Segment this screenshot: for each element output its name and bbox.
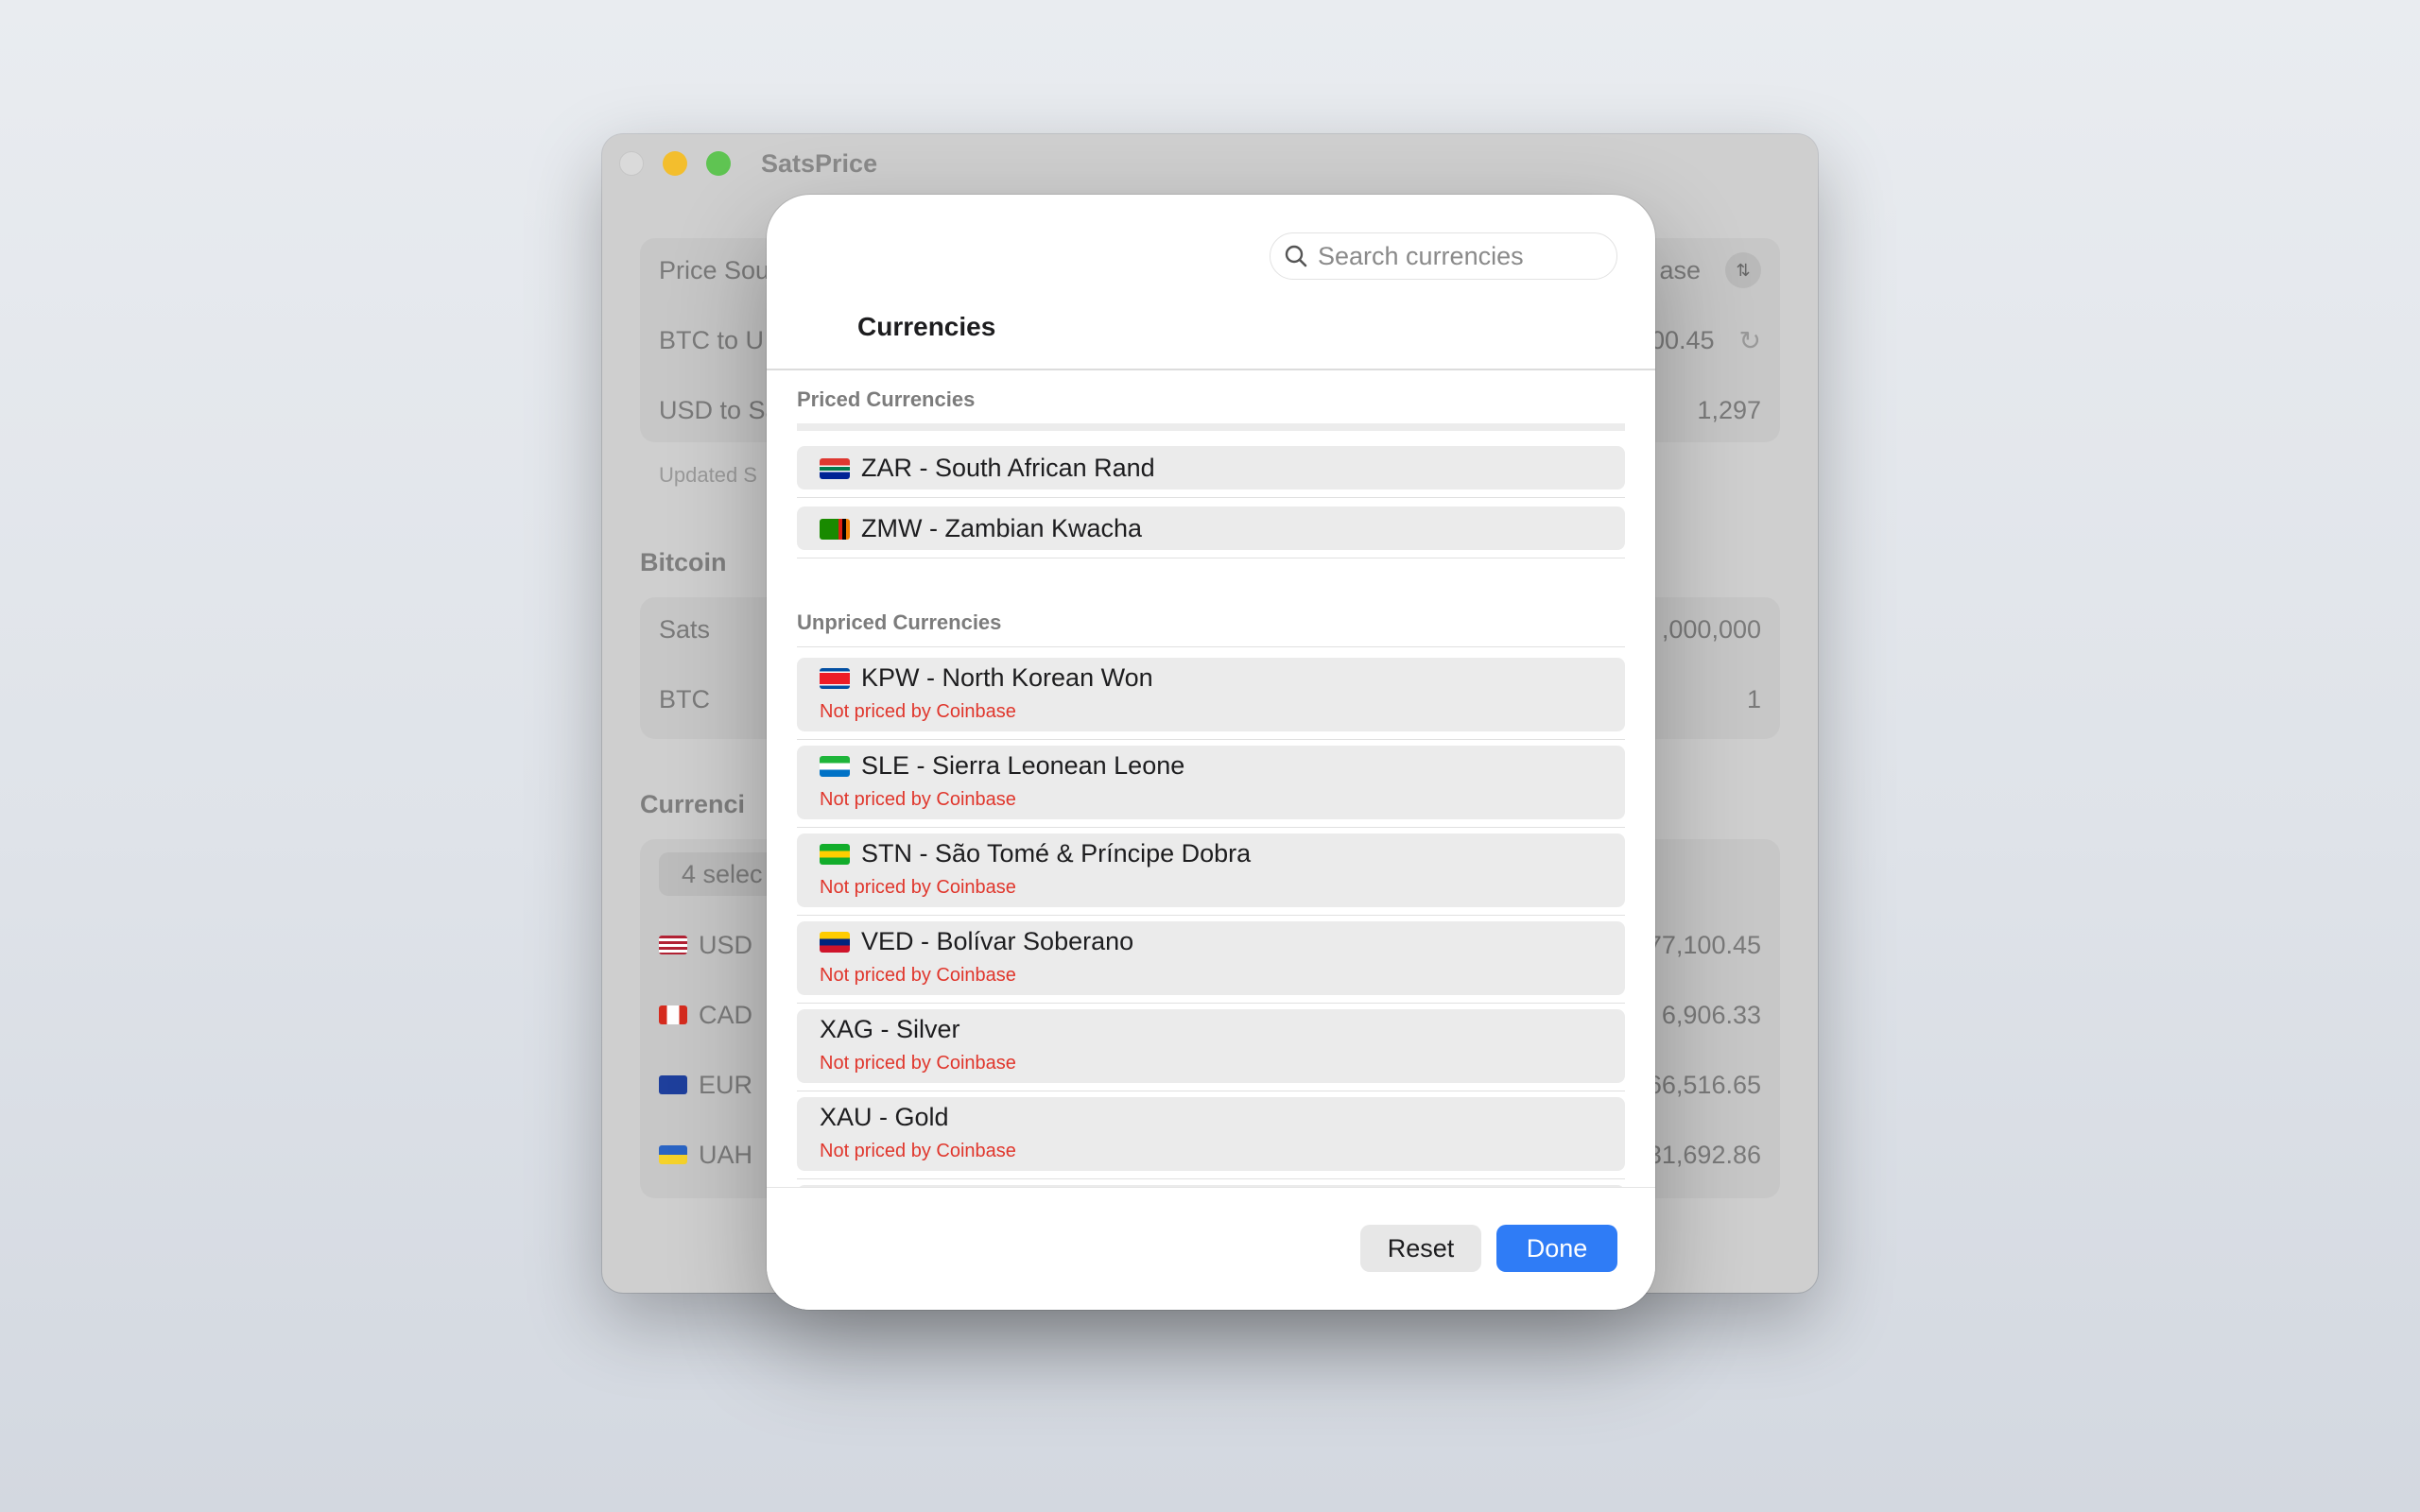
sierra-leone-flag-icon <box>820 755 850 777</box>
currency-label: KPW - North Korean Won <box>861 663 1153 692</box>
currency-item-zar[interactable]: ZAR - South African Rand <box>797 446 1625 490</box>
list-item-partial <box>797 423 1625 431</box>
currencies-sheet: Currencies Priced Currencies ZAR - South… <box>767 195 1655 1310</box>
not-priced-note: Not priced by Coinbase <box>820 789 1016 810</box>
not-priced-note: Not priced by Coinbase <box>820 701 1016 722</box>
currency-item-sle[interactable]: SLE - Sierra Leonean Leone Not priced by… <box>797 746 1625 819</box>
currency-label: VED - Bolívar Soberano <box>861 927 1134 955</box>
divider <box>797 646 1625 647</box>
zoom-window-button[interactable] <box>706 151 731 176</box>
currency-code: USD <box>699 930 753 959</box>
minimize-window-button[interactable] <box>663 151 687 176</box>
unpriced-section-title: Unpriced Currencies <box>797 610 1002 634</box>
currency-label: SLE - Sierra Leonean Leone <box>861 751 1185 780</box>
currency-code: EUR <box>699 1070 753 1099</box>
reset-button[interactable]: Reset <box>1360 1225 1481 1272</box>
currency-code: CAD <box>699 1000 753 1029</box>
currency-list[interactable]: Priced Currencies ZAR - South African Ra… <box>767 370 1655 1310</box>
currency-label: STN - São Tomé & Príncipe Dobra <box>861 839 1252 868</box>
currency-value: 77,100.45 <box>1647 930 1761 959</box>
search-icon <box>1285 245 1307 267</box>
price-source-value: ase <box>1659 255 1701 284</box>
zambia-flag-icon <box>820 518 850 540</box>
venezuela-flag-icon <box>820 931 850 953</box>
eu-flag-icon <box>659 1075 687 1094</box>
currency-label: ZMW - Zambian Kwacha <box>861 514 1143 542</box>
currency-value: 6,906.33 <box>1661 1000 1761 1029</box>
currency-item-xag[interactable]: XAG - Silver Not priced by Coinbase <box>797 1009 1625 1083</box>
divider <box>797 1003 1625 1004</box>
not-priced-note: Not priced by Coinbase <box>820 1141 1016 1161</box>
btc-to-usd-label: BTC to U <box>659 325 765 354</box>
divider <box>797 739 1625 740</box>
currencies-header: Currenci <box>640 790 746 818</box>
bitcoin-header: Bitcoin <box>640 548 727 576</box>
done-button[interactable]: Done <box>1496 1225 1617 1272</box>
currency-item-kpw[interactable]: KPW - North Korean Won Not priced by Coi… <box>797 658 1625 731</box>
updated-text: Updated S <box>659 463 757 487</box>
price-source-label: Price Sou <box>659 255 770 284</box>
btc-value: 1 <box>1746 684 1761 713</box>
sats-value: ,000,000 <box>1661 614 1761 644</box>
currency-value: 66,516.65 <box>1647 1070 1761 1099</box>
not-priced-note: Not priced by Coinbase <box>820 877 1016 898</box>
sao-tome-flag-icon <box>820 843 850 865</box>
currency-item-stn[interactable]: STN - São Tomé & Príncipe Dobra Not pric… <box>797 833 1625 907</box>
divider <box>797 497 1625 498</box>
close-window-button[interactable] <box>619 151 644 176</box>
usd-to-sats-label: USD to Sa <box>659 395 780 424</box>
currency-value: 31,692.86 <box>1647 1140 1761 1169</box>
us-flag-icon <box>659 936 687 954</box>
sheet-title: Currencies <box>857 312 996 341</box>
canada-flag-icon <box>659 1005 687 1024</box>
divider <box>797 1178 1625 1179</box>
window-title: SatsPrice <box>761 149 878 178</box>
priced-section-title: Priced Currencies <box>797 387 976 411</box>
divider <box>797 827 1625 828</box>
btc-label: BTC <box>659 684 710 713</box>
currency-item-zmw[interactable]: ZMW - Zambian Kwacha <box>797 507 1625 550</box>
currency-label: XAU - Gold <box>820 1103 949 1131</box>
currency-item-xau[interactable]: XAU - Gold Not priced by Coinbase <box>797 1097 1625 1171</box>
south-africa-flag-icon <box>820 457 850 479</box>
divider <box>797 915 1625 916</box>
usd-to-sats-value: 1,297 <box>1697 395 1761 424</box>
refresh-icon[interactable]: ↻ <box>1739 325 1761 356</box>
chevron-updown-icon[interactable]: ⇅ <box>1725 252 1761 288</box>
btc-to-usd-value: 00.45 <box>1650 325 1715 354</box>
north-korea-flag-icon <box>820 667 850 689</box>
currency-label: XAG - Silver <box>820 1015 960 1043</box>
search-input[interactable] <box>1316 240 1603 272</box>
search-field[interactable] <box>1270 232 1617 280</box>
not-priced-note: Not priced by Coinbase <box>820 965 1016 986</box>
currency-label: ZAR - South African Rand <box>861 454 1155 482</box>
sats-label: Sats <box>659 614 711 644</box>
ukraine-flag-icon <box>659 1145 687 1164</box>
not-priced-note: Not priced by Coinbase <box>820 1053 1016 1074</box>
currency-code: UAH <box>699 1140 753 1169</box>
currency-item-ved[interactable]: VED - Bolívar Soberano Not priced by Coi… <box>797 921 1625 995</box>
